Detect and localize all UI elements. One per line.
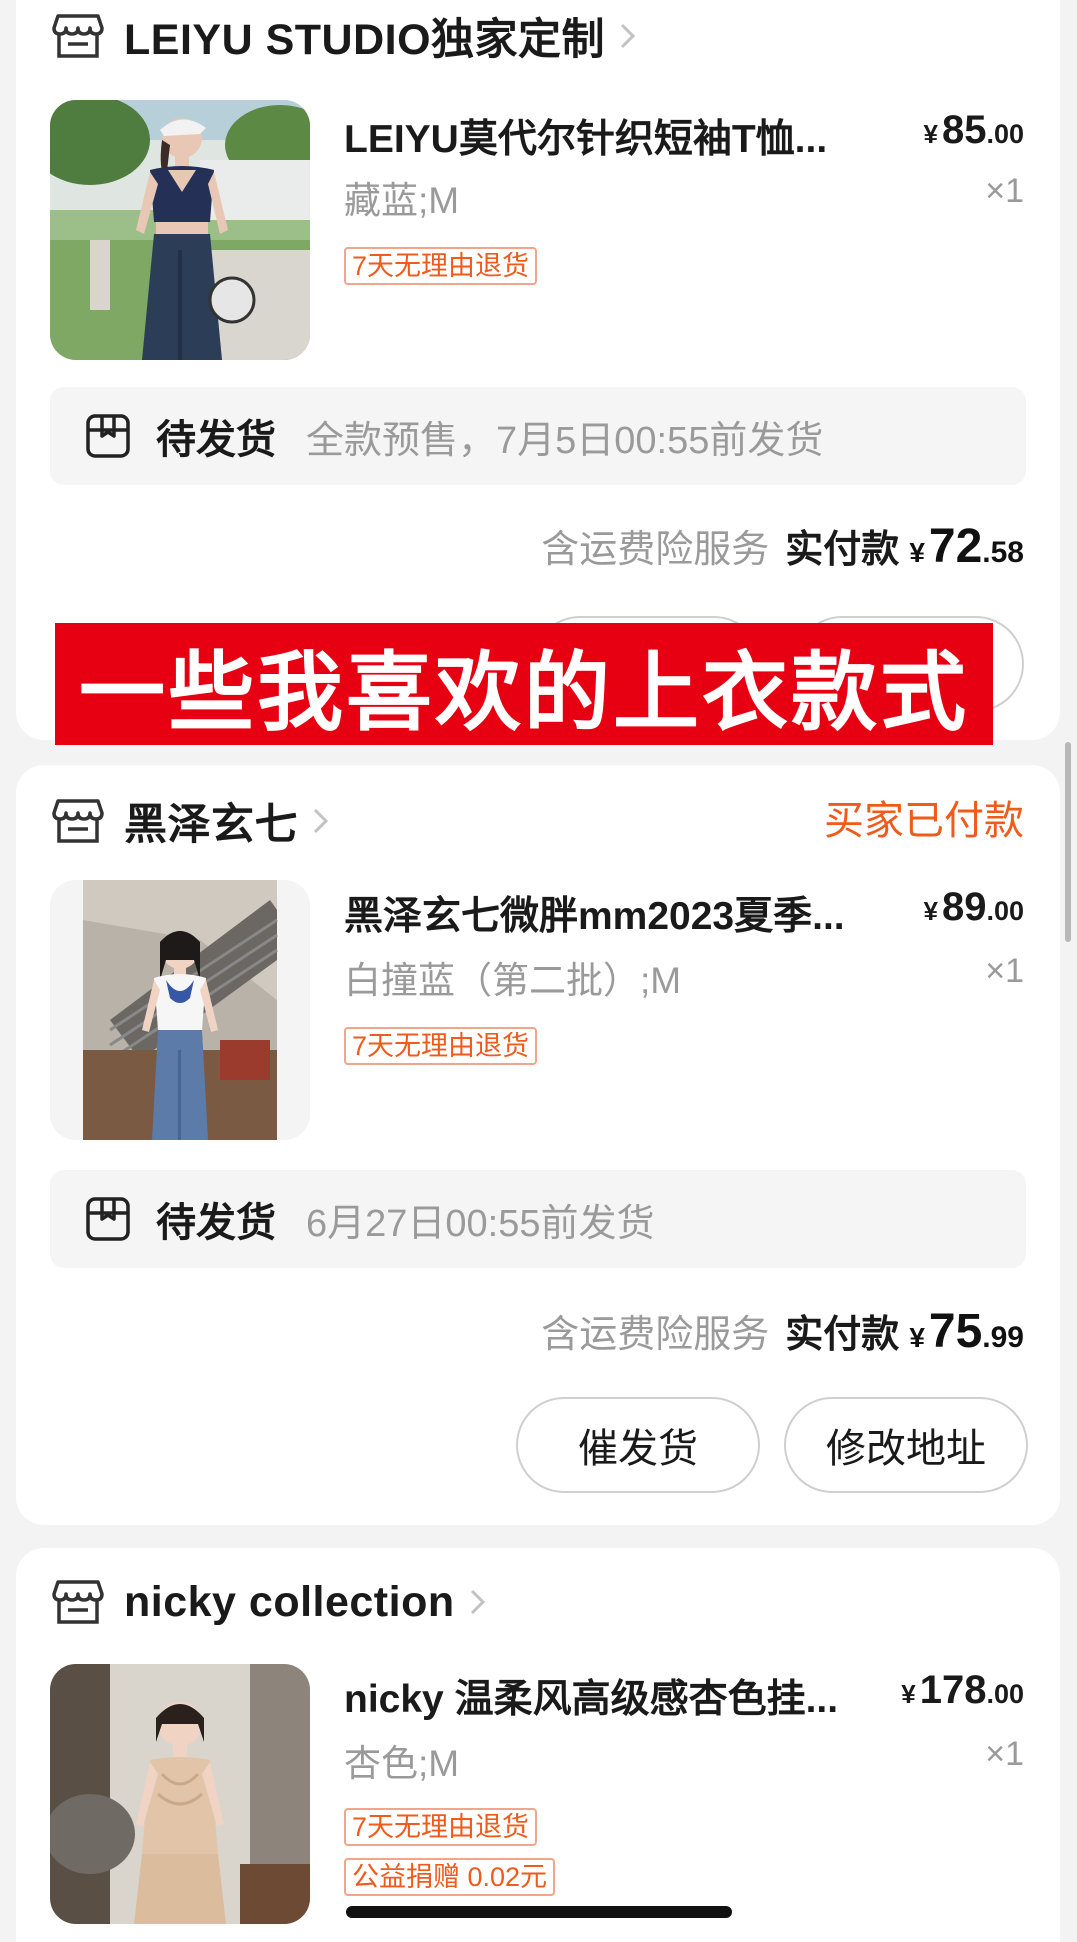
product-photo-woman-navy-top (50, 100, 310, 360)
price-currency: ¥ (901, 1679, 916, 1709)
ship-status: 待发货 (156, 1201, 276, 1245)
shop-name[interactable]: nicky collection (124, 1578, 455, 1627)
shipping-status-box[interactable]: 待发货 6月27日00:55前发货 (50, 1170, 1026, 1268)
insurance-text: 含运费险服务 (541, 529, 770, 571)
paid-integer: 75 (928, 1305, 983, 1358)
price-integer: 178 (919, 1668, 987, 1712)
chevron-right-icon (313, 808, 329, 834)
package-box-icon (86, 1197, 130, 1241)
home-indicator[interactable] (346, 1906, 732, 1918)
paid-integer: 72 (928, 520, 983, 573)
return-policy-tag: 7天无理由退货 (344, 1808, 538, 1846)
price-decimal: .00 (986, 896, 1024, 926)
scrollbar[interactable] (1065, 742, 1071, 942)
shop-header[interactable]: nicky collection (52, 1572, 489, 1632)
product-image[interactable] (50, 100, 310, 360)
order-card-heize[interactable]: 黑泽玄七 买家已付款 黑泽玄七微胖mm2023夏季... ¥89.00 白撞蓝（… (16, 765, 1060, 1525)
product-variant: 杏色;M (344, 1743, 460, 1784)
ship-status: 待发货 (156, 418, 276, 462)
payment-summary: 含运费险服务 实付款 ¥75.99 (541, 1303, 1024, 1359)
paid-label: 实付款 (785, 529, 900, 571)
product-title[interactable]: 黑泽玄七微胖mm2023夏季... (344, 885, 904, 941)
price-currency: ¥ (923, 896, 938, 926)
order-status: 买家已付款 (824, 799, 1024, 843)
modify-address-button[interactable]: 修改地址 (784, 1397, 1028, 1493)
price-decimal: .00 (986, 1679, 1024, 1709)
shipping-status-box[interactable]: 待发货 全款预售，7月5日00:55前发货 (50, 387, 1026, 485)
product-price: ¥85.00 (923, 108, 1024, 153)
paid-decimal: .99 (982, 1321, 1024, 1354)
price-integer: 89 (941, 885, 987, 929)
urge-shipment-button[interactable]: 催发货 (516, 1397, 760, 1493)
product-image[interactable] (50, 1664, 310, 1924)
charity-donation-tag: 公益捐赠 0.02元 (344, 1858, 556, 1896)
payment-summary: 含运费险服务 实付款 ¥72.58 (541, 518, 1024, 574)
price-decimal: .00 (986, 119, 1024, 149)
store-icon (52, 14, 104, 58)
product-price: ¥178.00 (901, 1668, 1024, 1713)
shop-header[interactable]: 黑泽玄七 (52, 791, 332, 851)
chevron-right-icon (470, 1589, 485, 1615)
product-quantity: ×1 (985, 172, 1024, 210)
package-box-icon (86, 414, 130, 458)
order-card-nicky[interactable]: nicky collection nicky 温柔风高级感杏色挂... ¥178… (16, 1548, 1060, 1942)
product-quantity: ×1 (985, 1735, 1024, 1773)
product-image[interactable] (50, 880, 310, 1140)
product-title[interactable]: nicky 温柔风高级感杏色挂... (344, 1668, 904, 1724)
price-integer: 85 (941, 108, 987, 152)
overlay-caption-banner: 一些我喜欢的上衣款式 (55, 623, 993, 745)
product-photo-woman-white-top (50, 880, 310, 1140)
store-icon (52, 799, 104, 843)
product-price: ¥89.00 (923, 885, 1024, 930)
store-icon (52, 1580, 104, 1624)
paid-currency: ¥ (909, 537, 925, 568)
shop-name[interactable]: LEIYU STUDIO独家定制 (124, 5, 605, 67)
price-currency: ¥ (923, 119, 938, 149)
ship-note: 6月27日00:55前发货 (306, 1202, 655, 1245)
product-variant: 白撞蓝（第二批）;M (344, 960, 682, 1001)
product-title[interactable]: LEIYU莫代尔针织短袖T恤... (344, 108, 904, 164)
shop-header[interactable]: LEIYU STUDIO独家定制 (52, 6, 639, 66)
shop-name[interactable]: 黑泽玄七 (124, 790, 298, 852)
paid-label: 实付款 (785, 1314, 900, 1356)
return-policy-tag: 7天无理由退货 (344, 247, 538, 285)
product-photo-woman-apricot-top (50, 1664, 310, 1924)
product-quantity: ×1 (985, 952, 1024, 990)
ship-note: 全款预售，7月5日00:55前发货 (306, 419, 824, 462)
paid-currency: ¥ (909, 1322, 925, 1353)
product-variant: 藏蓝;M (344, 180, 460, 221)
insurance-text: 含运费险服务 (541, 1314, 770, 1356)
chevron-right-icon (620, 23, 636, 49)
return-policy-tag: 7天无理由退货 (344, 1027, 538, 1065)
paid-decimal: .58 (982, 536, 1024, 569)
